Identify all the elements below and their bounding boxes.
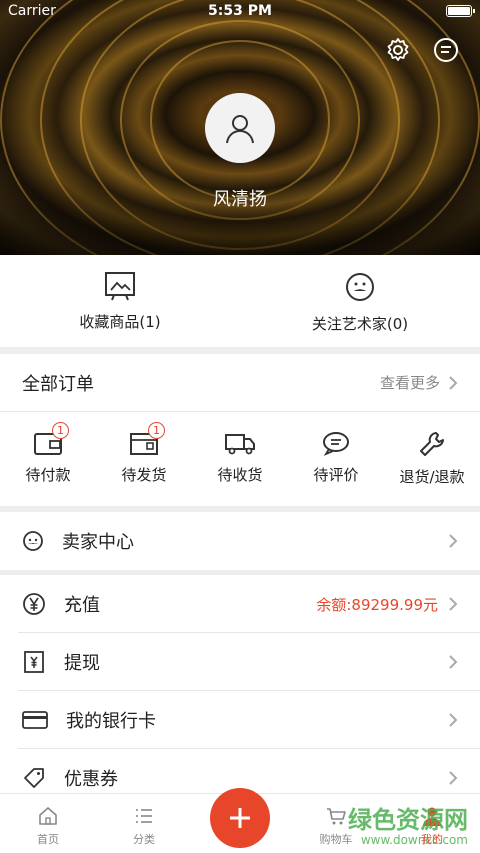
pending-payment-badge: 1 [52,422,69,439]
view-more-label: 查看更多 [379,374,440,392]
message-icon[interactable] [432,36,460,64]
coupon-icon [24,768,44,788]
orders-title: 全部订单 [22,373,94,395]
order-pending-receipt[interactable]: 待收货 [192,412,288,505]
chevron-right-icon [449,771,458,785]
bank-card-icon [22,711,48,729]
favorites-artists-label: 关注艺术家(0) [311,315,409,333]
favorites-collection[interactable]: 收藏商品(1) [0,255,240,347]
favorites-artists[interactable]: 关注艺术家(0) [240,255,480,347]
watermark-url: www.downcc.com [360,832,468,847]
publish-plus-button[interactable] [210,788,270,848]
seller-center-label: 卖家中心 [62,532,134,553]
tab-category[interactable]: 分类 [96,794,192,853]
orders-card: 全部订单 查看更多 1 待付款 1 待发货 待收货 待评价 退货/退款 [0,354,480,506]
chevron-right-icon [449,655,458,669]
comment-icon [323,432,349,456]
watermark-title: 绿色资源网 [348,806,468,835]
withdraw-row[interactable]: 提现 [0,633,480,691]
seller-icon [23,531,43,551]
bank-card-label: 我的银行卡 [66,711,156,732]
recharge-label: 充值 [64,595,100,616]
order-pending-shipment[interactable]: 1 待发货 [96,412,192,505]
chevron-right-icon [449,713,458,727]
balance-value: 余额:89299.99元 [316,595,438,614]
pending-shipment-badge: 1 [148,422,165,439]
home-icon [39,807,57,825]
order-pending-review-label: 待评价 [313,466,359,484]
bank-card-row[interactable]: 我的银行卡 [0,691,480,749]
order-pending-review[interactable]: 待评价 [288,412,384,505]
status-bar: Carrier 5:53 PM [0,0,480,24]
chevron-right-icon [449,597,458,611]
truck-icon [225,434,255,455]
plus-icon [230,808,250,828]
yen-icon [23,593,45,615]
tab-home[interactable]: 首页 [0,794,96,853]
list-icon [136,809,152,823]
withdraw-icon [24,651,44,673]
chevron-right-icon [449,375,458,390]
tab-category-label: 分类 [133,833,155,846]
order-pending-shipment-label: 待发货 [121,466,167,484]
watermark: 绿色资源网 www.downcc.com [348,807,468,847]
order-refund-label: 退货/退款 [399,468,465,486]
tab-home-label: 首页 [37,833,59,846]
collection-frame-icon [105,272,135,301]
battery-icon [446,5,475,17]
favorites-collection-label: 收藏商品(1) [79,313,161,331]
artist-icon [346,273,374,301]
order-pending-payment[interactable]: 1 待付款 [0,412,96,505]
order-pending-receipt-label: 待收货 [217,466,263,484]
order-pending-payment-label: 待付款 [25,466,71,484]
coupon-label: 优惠券 [64,769,118,790]
favorites-row: 收藏商品(1) 关注艺术家(0) [0,255,480,347]
order-refund[interactable]: 退货/退款 [384,412,480,505]
user-icon [226,115,254,144]
chevron-right-icon [449,534,458,548]
withdraw-label: 提现 [64,653,100,674]
status-time: 5:53 PM [208,3,272,19]
view-more-link[interactable]: 查看更多 [380,372,458,393]
settings-gear-icon[interactable] [384,36,412,64]
cart-icon [327,808,346,825]
avatar[interactable] [205,93,275,163]
wrench-icon [420,432,444,456]
recharge-row[interactable]: 充值 余额:89299.99元 [0,575,480,633]
orders-header[interactable]: 全部订单 查看更多 [0,354,480,412]
username: 风清扬 [213,189,267,210]
profile-header-background: Carrier 5:53 PM 风清扬 [0,0,480,255]
seller-center-row[interactable]: 卖家中心 [0,512,480,570]
